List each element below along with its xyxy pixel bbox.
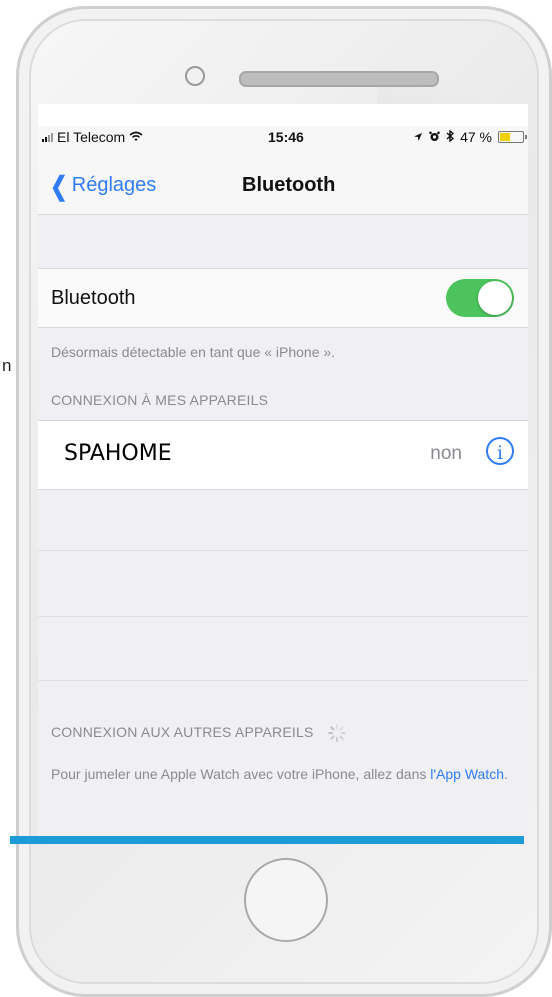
spinner-tick (338, 735, 344, 741)
loading-spinner-icon (327, 724, 346, 743)
discoverable-note: Désormais détectable en tant que « iPhon… (51, 344, 336, 360)
signal-icon (42, 132, 53, 142)
bluetooth-label: Bluetooth (51, 287, 136, 309)
faded-device-list (38, 490, 528, 690)
screen-top (38, 104, 528, 126)
location-icon (413, 129, 423, 145)
alarm-icon (429, 129, 440, 145)
front-camera (185, 66, 205, 86)
info-icon[interactable]: i (486, 437, 514, 465)
spinner-tick (329, 735, 335, 741)
battery-percent: 47 % (460, 129, 492, 145)
spinner-tick (329, 726, 335, 732)
bluetooth-icon (446, 129, 455, 145)
device-name: SPAHOME (64, 441, 172, 466)
carrier-name: El Telecom (57, 129, 126, 145)
bluetooth-toggle[interactable] (446, 279, 514, 317)
status-time: 15:46 (268, 129, 304, 145)
back-button[interactable]: ❮ Réglages (48, 170, 157, 201)
device-connection-status: non (430, 443, 462, 464)
wifi-icon (129, 129, 143, 145)
chevron-left-icon: ❮ (50, 170, 68, 201)
back-button-label: Réglages (71, 174, 157, 196)
earpiece-speaker (239, 71, 439, 87)
navigation-bar: ❮ Réglages Bluetooth (38, 150, 528, 215)
app-watch-link[interactable]: l'App Watch (430, 766, 504, 782)
phone-screen: El Telecom 15:46 47 % ❮ Réglages Bluetoo… (38, 104, 528, 844)
spinner-tick (335, 724, 338, 730)
bluetooth-setting-row: Bluetooth (38, 268, 528, 328)
toggle-knob (478, 281, 512, 315)
home-button[interactable] (244, 858, 328, 942)
spinner-tick (340, 732, 346, 735)
device-row-spahome[interactable]: SPAHOME non i (38, 420, 528, 490)
status-bar: El Telecom 15:46 47 % (38, 126, 528, 150)
apple-watch-note-text: Pour jumeler une Apple Watch avec votre … (51, 766, 427, 782)
spinner-tick (338, 726, 344, 732)
battery-icon (498, 131, 527, 143)
page-title: Bluetooth (242, 174, 336, 196)
spinner-tick (327, 732, 333, 735)
other-devices-header: CONNEXION AUX AUTRES APPAREILS (51, 724, 314, 740)
my-devices-header: CONNEXION À MES APPAREILS (51, 392, 269, 408)
screen-bottom-band (10, 836, 524, 844)
clipped-letter: n (2, 356, 12, 375)
apple-watch-note-end: . (504, 766, 508, 782)
apple-watch-note: Pour jumeler une Apple Watch avec votre … (51, 764, 521, 784)
other-devices-header-row: CONNEXION AUX AUTRES APPAREILS (51, 724, 346, 743)
spinner-tick (335, 737, 338, 743)
